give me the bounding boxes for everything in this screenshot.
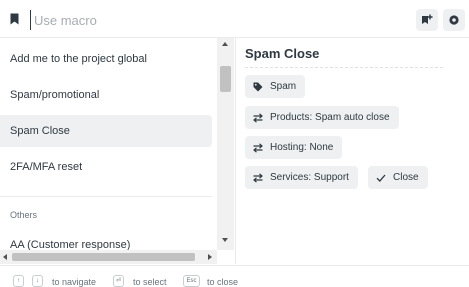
bookmark-icon xyxy=(10,13,19,25)
action-chip-services: Services: Support xyxy=(245,166,358,189)
scroll-down-arrow-icon[interactable] xyxy=(222,238,228,242)
action-chip-close: Close xyxy=(368,166,428,189)
hint-close: to close xyxy=(207,277,239,287)
preview-title: Spam Close xyxy=(245,46,320,61)
hint-navigate: to navigate xyxy=(52,277,97,287)
swap-icon xyxy=(253,142,263,153)
group-label-others: Others xyxy=(10,210,38,220)
action-chip-label: Spam xyxy=(270,81,297,92)
add-macro-icon xyxy=(422,14,433,24)
scroll-left-arrow-icon[interactable] xyxy=(3,253,7,260)
gear-icon xyxy=(449,15,459,25)
action-chip-label: Services: Support xyxy=(270,172,349,183)
list-divider xyxy=(0,196,212,197)
settings-button[interactable] xyxy=(443,9,465,31)
check-icon xyxy=(376,174,386,182)
macro-preview: Spam Close Spam Products: Spam auto clos… xyxy=(237,38,469,264)
macro-item-2fa-mfa-reset[interactable]: 2FA/MFA reset xyxy=(0,151,212,183)
action-chip-hosting: Hosting: None xyxy=(245,136,343,159)
vertical-scrollbar[interactable] xyxy=(217,38,234,250)
key-up: ↑ xyxy=(13,275,24,287)
action-chip-label: Products: Spam auto close xyxy=(270,112,390,123)
action-chip-label: Hosting: None xyxy=(270,142,334,153)
keyboard-hints: ↑ ↓ to navigate ⏎ to select Esc to close xyxy=(0,265,469,287)
hint-select: to select xyxy=(133,277,167,287)
key-down: ↓ xyxy=(32,275,43,287)
add-macro-button[interactable] xyxy=(416,9,438,31)
macro-search-input[interactable] xyxy=(30,10,400,30)
scroll-right-arrow-icon[interactable] xyxy=(208,253,212,260)
swap-icon xyxy=(253,172,263,183)
horizontal-scrollbar[interactable] xyxy=(0,250,217,264)
action-chip-products: Products: Spam auto close xyxy=(245,106,399,129)
tag-icon xyxy=(253,82,263,91)
macro-item-add-me-to-project-global[interactable]: Add me to the project global xyxy=(0,43,212,75)
action-chip-tag-spam: Spam xyxy=(245,75,306,98)
macro-item-spam-close[interactable]: Spam Close xyxy=(0,115,212,147)
macro-list: Add me to the project global Spam/promot… xyxy=(0,38,236,264)
vertical-scroll-thumb[interactable] xyxy=(220,66,231,92)
action-chip-label: Close xyxy=(393,172,419,183)
scroll-up-arrow-icon[interactable] xyxy=(222,42,228,46)
macro-search-bar xyxy=(0,0,469,38)
macro-item-spam-promotional[interactable]: Spam/promotional xyxy=(0,79,212,111)
horizontal-scroll-thumb[interactable] xyxy=(12,253,195,261)
title-divider xyxy=(245,67,443,68)
key-esc: Esc xyxy=(183,275,200,287)
key-enter: ⏎ xyxy=(113,275,125,287)
swap-icon xyxy=(253,112,263,123)
